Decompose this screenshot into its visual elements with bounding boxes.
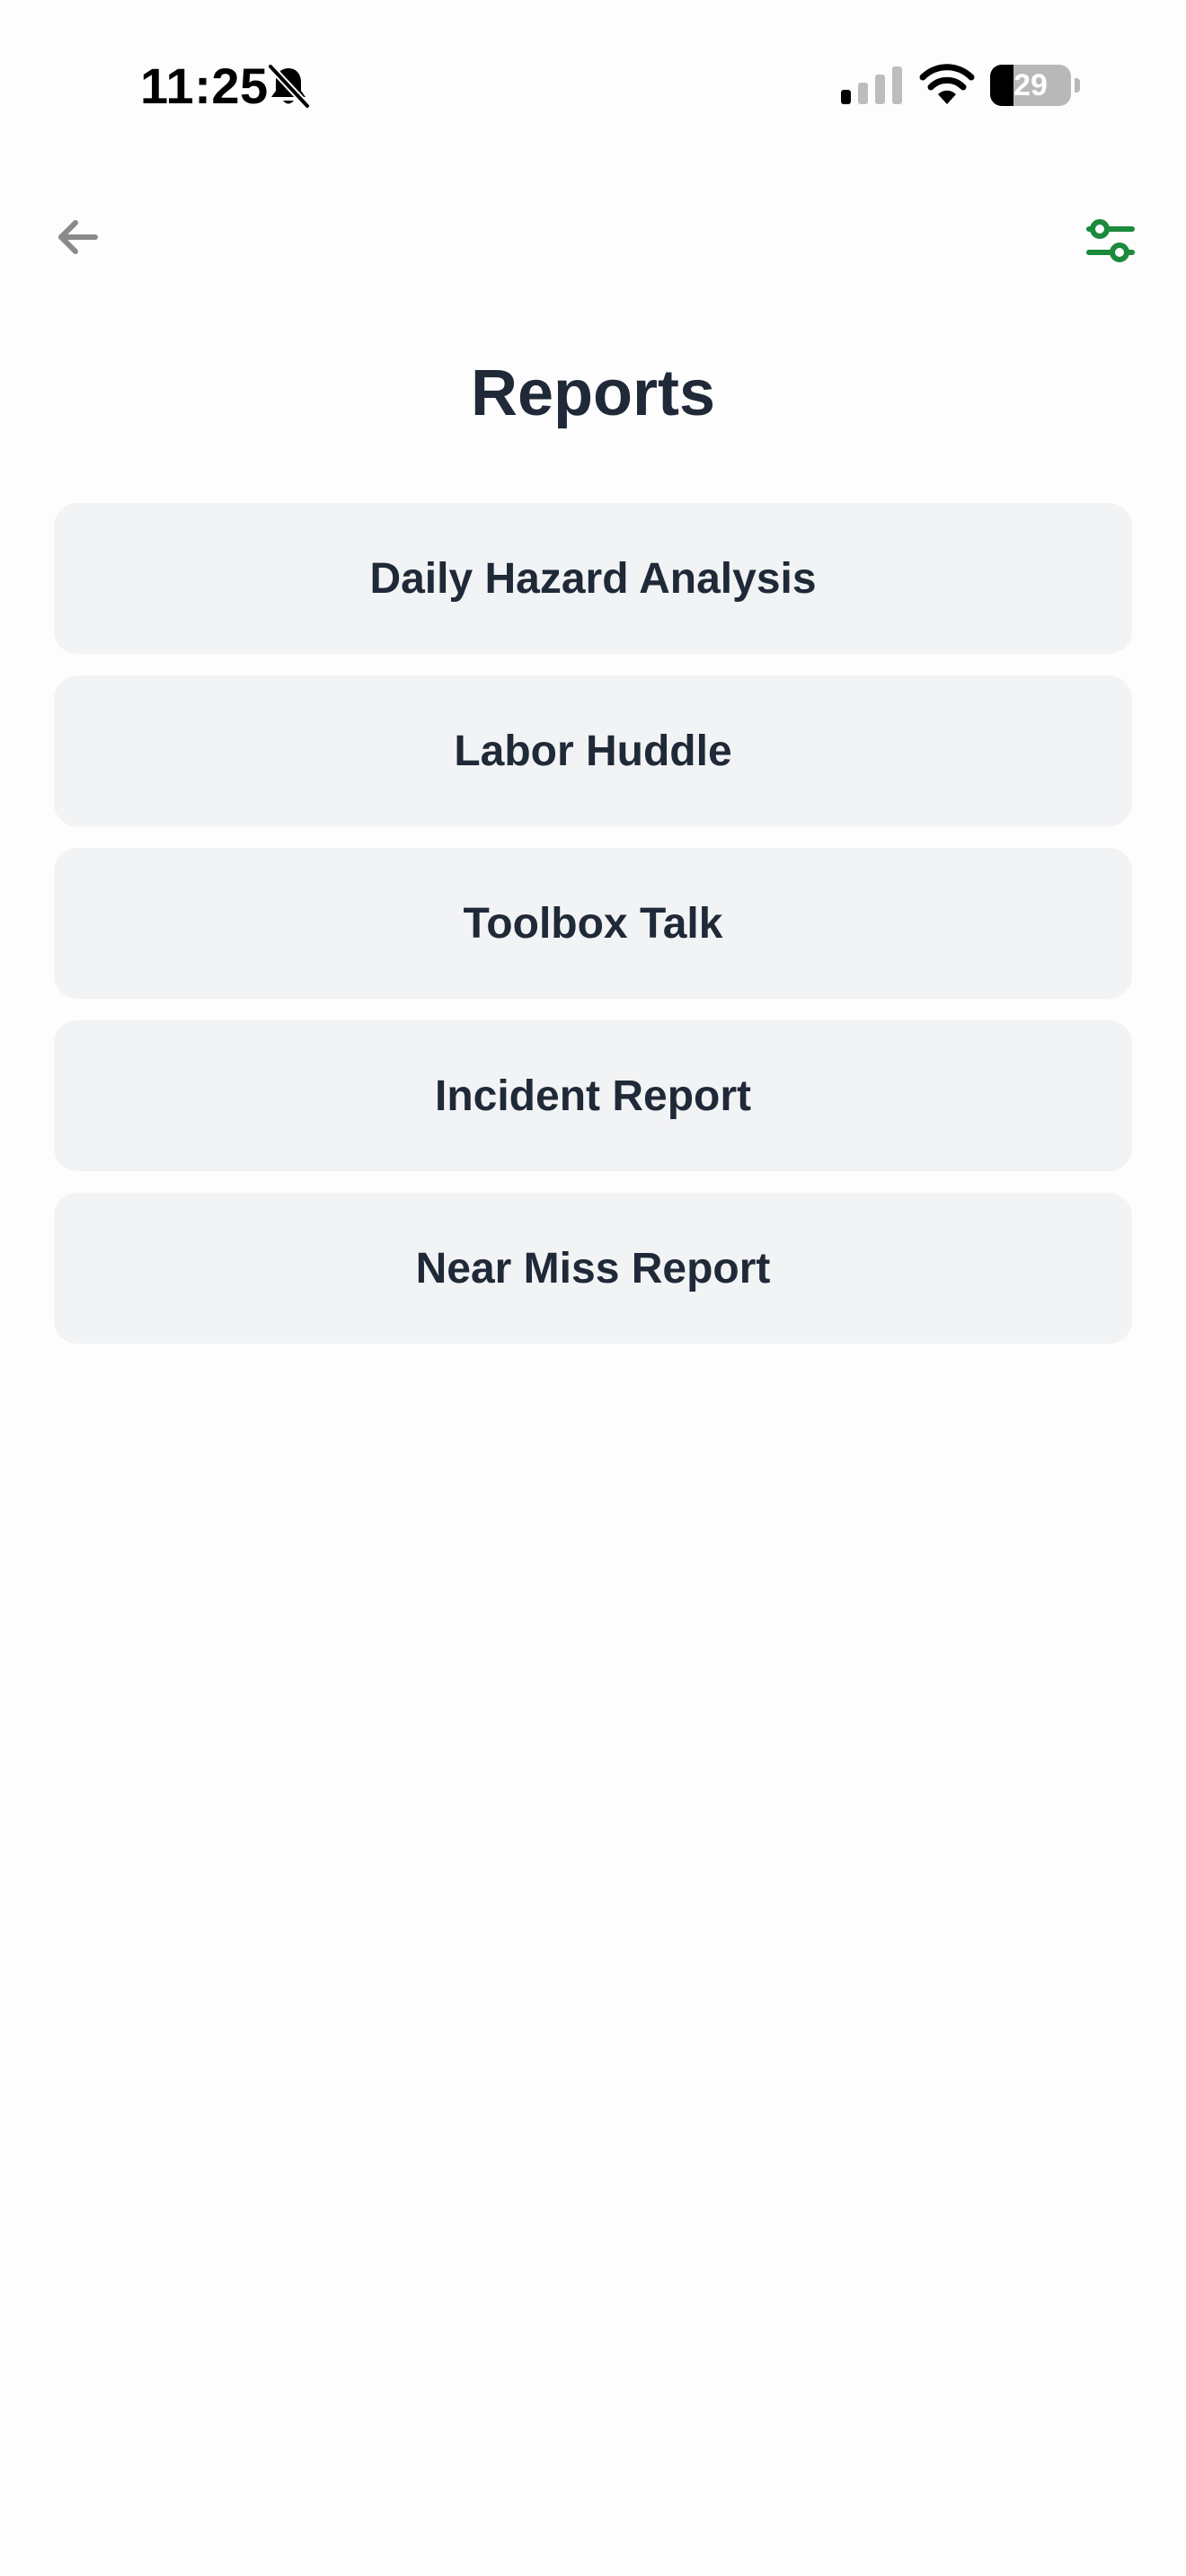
sliders-icon [1086,219,1135,262]
report-label: Labor Huddle [454,727,732,775]
report-item-daily-hazard-analysis[interactable]: Daily Hazard Analysis [54,503,1132,654]
page-title: Reports [470,357,716,429]
battery-level: 29 [1013,68,1048,102]
battery-icon: 29 [990,65,1080,106]
report-list: Daily Hazard Analysis Labor Huddle Toolb… [54,503,1132,1365]
bell-slash-icon [267,63,311,110]
filter-button[interactable] [1075,205,1146,277]
report-label: Near Miss Report [415,1244,771,1292]
battery-cap [1075,78,1080,93]
cellular-signal-icon [841,66,902,104]
report-item-labor-huddle[interactable]: Labor Huddle [54,675,1132,826]
status-bar: 11:25 29 [0,0,1186,171]
battery-body: 29 [990,65,1071,106]
back-button[interactable] [45,205,110,269]
report-item-near-miss-report[interactable]: Near Miss Report [54,1193,1132,1344]
report-label: Incident Report [434,1072,751,1120]
wifi-icon [919,64,975,104]
report-item-incident-report[interactable]: Incident Report [54,1020,1132,1171]
report-label: Daily Hazard Analysis [369,554,817,603]
report-label: Toolbox Talk [463,899,723,948]
arrow-left-icon [58,220,98,254]
report-item-toolbox-talk[interactable]: Toolbox Talk [54,848,1132,999]
status-time: 11:25 [140,57,269,114]
